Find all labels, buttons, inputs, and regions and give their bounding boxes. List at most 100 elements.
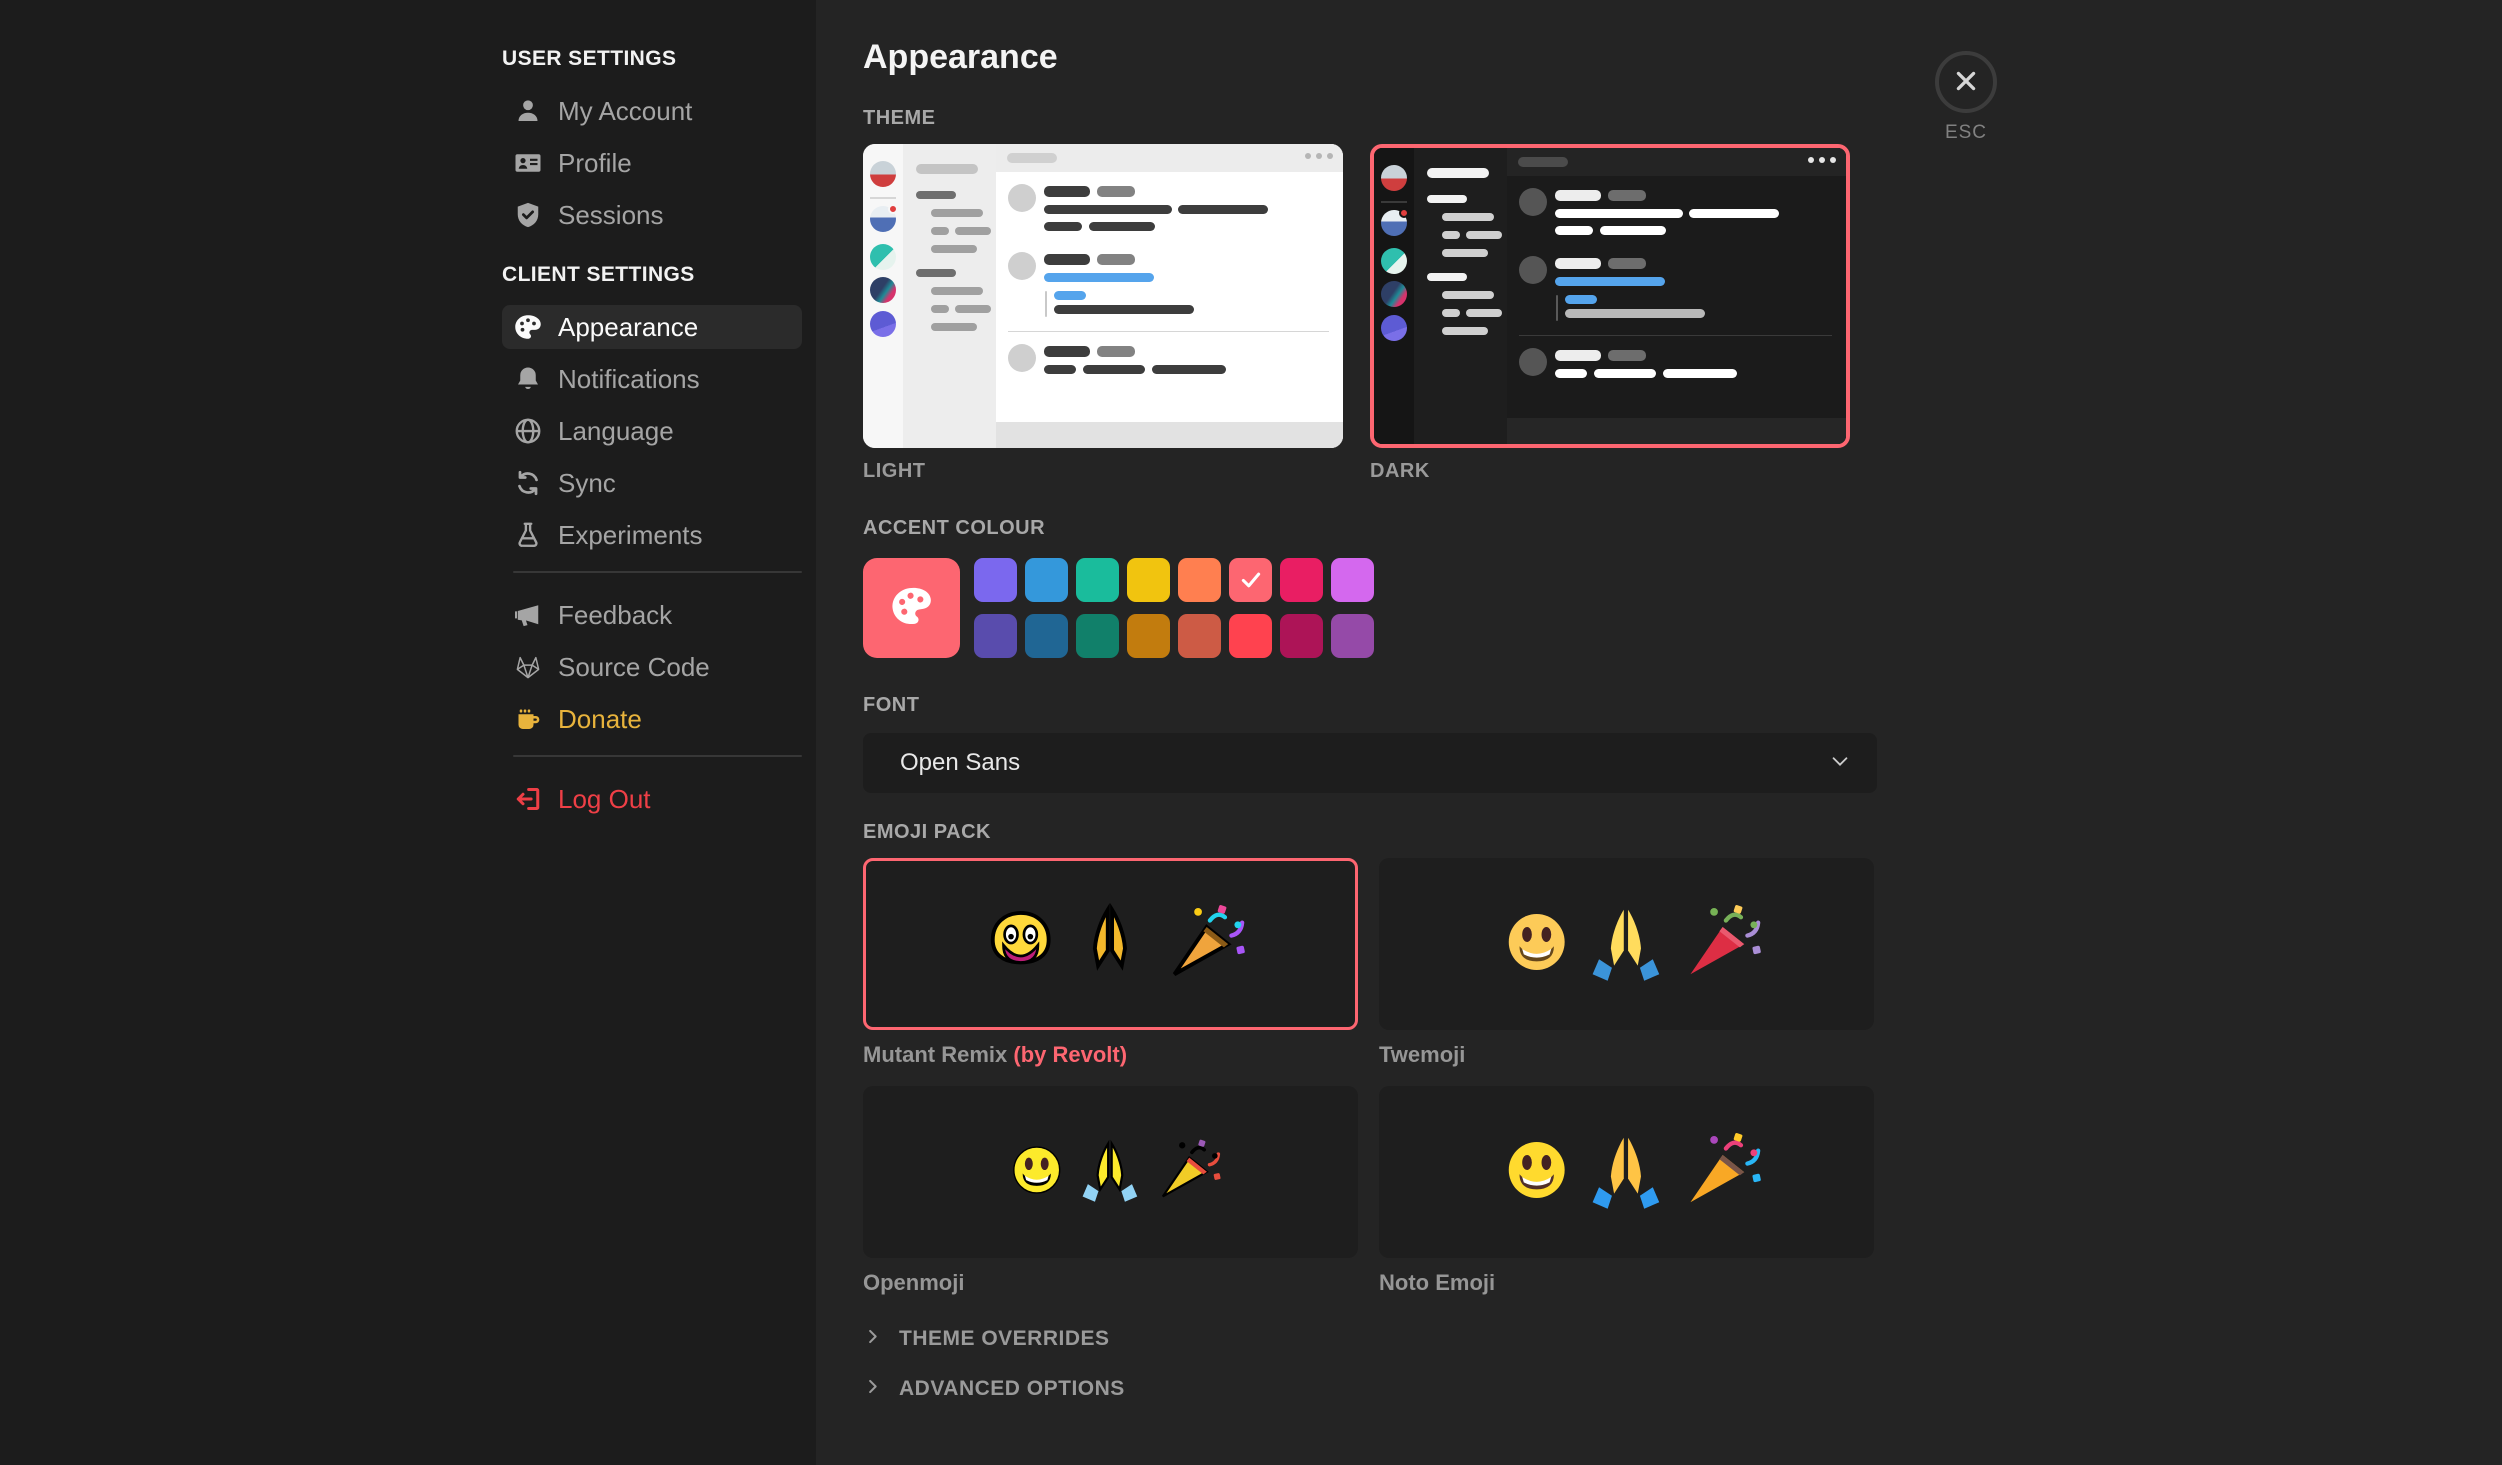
accent-colour-picker [863,558,1877,658]
emoji-pack-grid: Mutant Remix (by Revolt) Twemoji Openmoj… [863,858,1877,1296]
globe-icon [513,416,543,446]
accent-swatch-f1c40f[interactable] [1127,558,1170,602]
theme-section-label: THEME [863,107,936,129]
sidebar-item-source-code[interactable]: Source Code [502,645,802,689]
gitlab-icon [513,652,543,682]
flask-icon [513,520,543,550]
accent-swatch-c27c0e[interactable] [1127,614,1170,658]
accent-custom-swatch[interactable] [863,558,960,658]
theme-preview-dark [1370,144,1850,448]
close-settings: ESC [1928,51,2004,144]
bell-icon [513,364,543,394]
theme-option-dark-label: DARK [1370,460,1430,482]
accent-swatch-1abc9c[interactable] [1076,558,1119,602]
theme-option-dark[interactable]: DARK [1370,144,1850,483]
emoji-pack-preview [863,858,1358,1030]
person-icon [513,96,543,126]
emoji-pack-caption: Noto Emoji [1379,1270,1874,1296]
emoji-pack-openmoji[interactable]: Openmoji [863,1086,1358,1296]
esc-hint: ESC [1944,122,1988,143]
sidebar-item-donate[interactable]: Donate [502,697,802,741]
sidebar-item-feedback[interactable]: Feedback [502,593,802,637]
close-button[interactable] [1935,51,1997,113]
sync-icon [513,468,543,498]
sidebar-item-label: Sessions [558,199,664,230]
emoji-trio-icon [1477,899,1777,990]
sidebar-section-title: USER SETTINGS [502,47,677,70]
accent-swatch-fd6671[interactable] [1229,558,1272,602]
accent-swatch-ff424f[interactable] [1229,614,1272,658]
accent-swatch-3498db[interactable] [1025,558,1068,602]
accent-swatch-e91e63[interactable] [1280,558,1323,602]
accent-swatch-ad1457[interactable] [1280,614,1323,658]
theme-option-light[interactable]: LIGHT [863,144,1343,483]
collapsible-sections: THEME OVERRIDES ADVANCED OPTIONS [863,1314,1877,1414]
sidebar-item-sessions[interactable]: Sessions [502,193,802,237]
accent-swatch-d468ee[interactable] [1331,558,1374,602]
accent-swatch-7b68ee[interactable] [974,558,1017,602]
advanced-options-toggle[interactable]: ADVANCED OPTIONS [863,1364,1877,1414]
accent-swatch-cd5b45[interactable] [1178,614,1221,658]
sidebar-item-label: Donate [558,703,642,734]
sidebar-item-sync[interactable]: Sync [502,461,802,505]
sidebar-item-label: My Account [558,95,693,126]
sidebar-item-label: Feedback [558,599,673,630]
settings-sidebar: USER SETTINGS My Account Profile Sessions CL… [0,0,816,1465]
font-section-label: FONT [863,694,920,716]
chevron-right-icon [863,1377,882,1401]
accent-swatch-206694[interactable] [1025,614,1068,658]
emoji-pack-name: Twemoji [1379,1042,1466,1067]
emoji-trio-icon [1477,1127,1777,1218]
page-title: Appearance [863,38,1058,76]
accent-swatch-ff7f50[interactable] [1178,558,1221,602]
sidebar-item-notifications[interactable]: Notifications [502,357,802,401]
emoji-trio-icon [961,899,1261,990]
sidebar-item-my-account[interactable]: My Account [502,89,802,133]
sidebar-section: CLIENT SETTINGS Appearance Notifications La… [502,263,802,557]
chevron-right-icon [863,1327,882,1351]
sidebar-item-label: Log Out [558,783,651,814]
sidebar-section: USER SETTINGS My Account Profile Sessions [502,47,802,237]
sidebar-item-label: Appearance [558,311,699,342]
sidebar-item-label: Notifications [558,363,700,394]
accent-swatch-954aa8[interactable] [1331,614,1374,658]
sidebar-item-label: Language [558,415,674,446]
sidebar-item-profile[interactable]: Profile [502,141,802,185]
emoji-pack-noto-emoji[interactable]: Noto Emoji [1379,1086,1874,1296]
emoji-pack-mutant-remix[interactable]: Mutant Remix (by Revolt) [863,858,1358,1068]
emoji-pack-name: Openmoji [863,1270,965,1295]
accent-swatch-11806a[interactable] [1076,614,1119,658]
sidebar-section: Log Out [502,777,802,821]
emoji-pack-preview [1379,858,1874,1030]
sidebar-item-label: Sync [558,467,616,498]
check-icon [1229,558,1272,602]
emoji-pack-caption: Openmoji [863,1270,1358,1296]
theme-options: LIGHT DARK [863,144,1877,483]
sidebar-item-label: Profile [558,147,632,178]
palette-icon [889,583,935,634]
theme-preview-light [863,144,1343,448]
sidebar-item-appearance[interactable]: Appearance [502,305,802,349]
accent-section-label: ACCENT COLOUR [863,517,1046,539]
emoji-pack-twemoji[interactable]: Twemoji [1379,858,1874,1068]
settings-nav: USER SETTINGS My Account Profile Sessions CL… [502,47,802,829]
shield-icon [513,200,543,230]
font-select[interactable]: Open Sans [863,733,1877,793]
sidebar-section: Feedback Source Code Donate [502,593,802,741]
emoji-trio-icon [961,1127,1261,1218]
theme-overrides-toggle[interactable]: THEME OVERRIDES [863,1314,1877,1364]
sidebar-divider [513,571,802,573]
sidebar-item-log-out[interactable]: Log Out [502,777,802,821]
chevron-down-icon [1829,750,1851,777]
settings-content: Appearance THEME LIGHT DARK ACCENT COLOU… [863,0,1877,1414]
emoji-pack-caption: Mutant Remix (by Revolt) [863,1042,1358,1068]
sidebar-item-language[interactable]: Language [502,409,802,453]
sidebar-item-experiments[interactable]: Experiments [502,513,802,557]
sidebar-item-label: Source Code [558,651,710,682]
mug-icon [513,704,543,734]
megaphone-icon [513,600,543,630]
accent-swatch-594cad[interactable] [974,614,1017,658]
close-icon [1953,68,1979,97]
emoji-pack-preview [1379,1086,1874,1258]
emoji-pack-caption: Twemoji [1379,1042,1874,1068]
